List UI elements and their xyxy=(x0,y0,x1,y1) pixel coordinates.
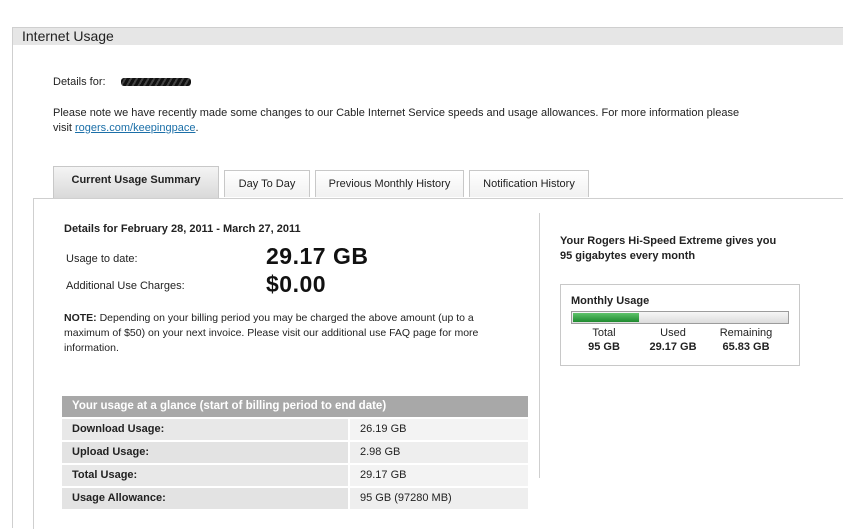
tab-current-usage-summary[interactable]: Current Usage Summary xyxy=(53,166,219,198)
usage-to-date-label: Usage to date: xyxy=(66,253,138,265)
details-for: Details for: xyxy=(53,76,191,88)
row-label: Total Usage: xyxy=(62,465,348,486)
remaining-label: Remaining xyxy=(719,327,773,339)
table-row: Total Usage: 29.17 GB xyxy=(62,465,528,486)
additional-charges-label: Additional Use Charges: xyxy=(66,280,185,292)
notice-text-end: . xyxy=(195,122,199,134)
table-row: Download Usage: 26.19 GB xyxy=(62,419,528,440)
usage-progress-fill xyxy=(573,313,639,322)
row-label: Usage Allowance: xyxy=(62,488,348,509)
table-row: Upload Usage: 2.98 GB xyxy=(62,442,528,463)
tab-previous-monthly-history[interactable]: Previous Monthly History xyxy=(315,170,464,197)
plan-promo-text: Your Rogers Hi-Speed Extreme gives you 9… xyxy=(560,235,777,262)
panel-title: Internet Usage xyxy=(13,28,843,45)
details-for-label: Details for: xyxy=(53,76,106,88)
row-label: Download Usage: xyxy=(62,419,348,440)
billing-note: NOTE: Depending on your billing period y… xyxy=(64,311,484,356)
additional-charges-value: $0.00 xyxy=(266,271,327,297)
total-label: Total xyxy=(592,327,616,339)
monthly-usage-title: Monthly Usage xyxy=(571,295,650,307)
keepingpace-link[interactable]: rogers.com/keepingpace xyxy=(75,122,195,134)
redacted-account-name xyxy=(120,78,191,87)
total-value: 95 GB xyxy=(588,341,620,353)
usage-remaining: Remaining 65.83 GB xyxy=(711,327,781,353)
used-label: Used xyxy=(660,327,686,339)
usage-summary-content: Details for February 28, 2011 - March 27… xyxy=(33,198,843,529)
row-value: 2.98 GB xyxy=(350,442,528,463)
tab-notification-history[interactable]: Notification History xyxy=(469,170,589,197)
row-label: Upload Usage: xyxy=(62,442,348,463)
column-divider xyxy=(539,213,540,478)
billing-period: Details for February 28, 2011 - March 27… xyxy=(64,223,301,235)
used-value: 29.17 GB xyxy=(649,341,697,353)
note-bold: NOTE: xyxy=(64,312,97,324)
usage-total: Total 95 GB xyxy=(569,327,639,353)
service-change-notice: Please note we have recently made some c… xyxy=(53,106,753,136)
monthly-usage-box: Monthly Usage Total 95 GB Used 29.17 GB … xyxy=(560,284,800,366)
usage-at-a-glance-table: Your usage at a glance (start of billing… xyxy=(62,396,528,509)
usage-used: Used 29.17 GB xyxy=(638,327,708,353)
tab-day-to-day[interactable]: Day To Day xyxy=(224,170,310,197)
note-text: Depending on your billing period you may… xyxy=(64,312,479,354)
usage-progress-bar xyxy=(571,311,789,324)
table-row: Usage Allowance: 95 GB (97280 MB) xyxy=(62,488,528,509)
row-value: 29.17 GB xyxy=(350,465,528,486)
remaining-value: 65.83 GB xyxy=(722,341,770,353)
row-value: 26.19 GB xyxy=(350,419,528,440)
glance-header: Your usage at a glance (start of billing… xyxy=(62,396,528,417)
internet-usage-panel: Internet Usage Details for: Please note … xyxy=(12,27,843,529)
usage-to-date-value: 29.17 GB xyxy=(266,243,369,269)
row-value: 95 GB (97280 MB) xyxy=(350,488,528,509)
